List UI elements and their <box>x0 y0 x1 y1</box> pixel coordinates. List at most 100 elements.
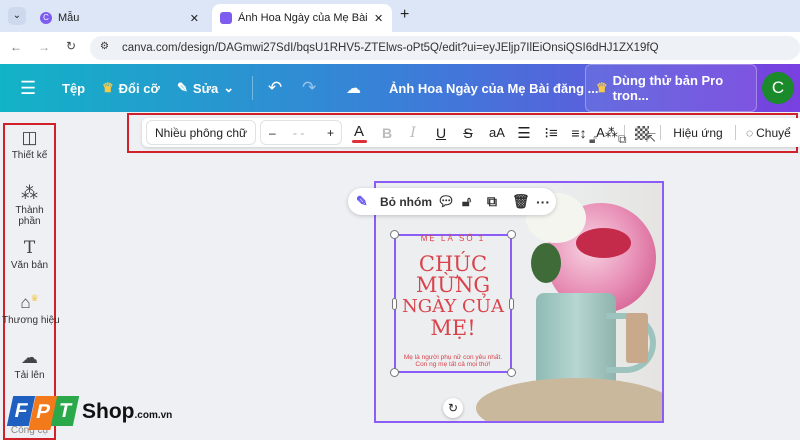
file-label: Tệp <box>62 80 86 96</box>
animate-button[interactable]: ◌ Chuyể <box>746 118 800 147</box>
back-icon[interactable]: ← <box>10 40 22 54</box>
try-pro-label: Dùng thử bản Pro tron... <box>612 73 724 103</box>
close-tab-icon[interactable]: ✕ <box>190 12 199 25</box>
crown-icon: ♛ <box>30 293 39 303</box>
resize-button[interactable]: ♛ Đổi cỡ <box>102 64 160 112</box>
canva-favicon-icon: C <box>40 12 52 24</box>
decrease-size-button[interactable]: – <box>269 126 276 140</box>
menu-icon[interactable]: ☰ <box>20 64 36 112</box>
edit-menu[interactable]: ✎ Sửa ⌄ <box>177 64 234 112</box>
comment-icon[interactable]: 💬︎ <box>437 188 455 215</box>
tab-label: Mẫu <box>58 12 80 24</box>
crown-icon: ♛ <box>596 80 608 95</box>
undo-icon[interactable]: ↶ <box>268 64 282 112</box>
color-swatch <box>351 139 367 143</box>
headline-line: MẸ! <box>430 316 476 340</box>
sidebar-item-brand[interactable]: ⌂♛ Thương hiệu <box>2 293 60 326</box>
animate-label: Chuyể <box>756 125 791 140</box>
sidebar-item-label: Thành phần <box>15 205 44 227</box>
underline-icon: U <box>435 124 447 141</box>
resize-handle[interactable] <box>507 368 516 377</box>
divider <box>735 125 736 140</box>
headline-line: CHÚC <box>418 252 488 276</box>
more-icon[interactable]: ··· <box>536 188 550 215</box>
lock-icon[interactable]: 🔓︎ <box>589 132 597 147</box>
reload-icon[interactable]: ↻ <box>66 39 76 53</box>
cloud-saved-icon[interactable]: ☁ <box>346 64 361 112</box>
resize-handle[interactable] <box>507 230 516 239</box>
text-style-icon[interactable]: A⁂ <box>596 118 618 147</box>
domain-text: .com.vn <box>134 410 173 421</box>
shop-text: Shop <box>82 400 135 423</box>
add-page-icon[interactable]: ⇱ <box>646 131 656 145</box>
canva-header: ☰ Tệp ♛ Đổi cỡ ✎ Sửa ⌄ ↶ ↷ ☁ Ảnh Hoa Ngày c… <box>0 64 800 112</box>
tab-mau[interactable]: C Mẫu ✕ <box>32 4 207 32</box>
body-text[interactable]: Mẹ là người phụ nữ con yêu nhất. Con ng … <box>396 354 510 368</box>
sidebar-item-uploads[interactable]: ☁ Tải lên <box>5 348 54 381</box>
side-handle[interactable] <box>509 298 514 310</box>
address-bar: ← → ↻ ⚙ canva.com/design/DAGmwi27SdI/bqs… <box>0 32 800 64</box>
sidebar-item-design[interactable]: ◫ Thiết kế <box>5 128 54 161</box>
font-size-stepper: – - - + <box>260 120 342 145</box>
line-spacing-icon[interactable]: ≡↕ <box>568 118 590 147</box>
font-family-select[interactable]: Nhiều phông chữ <box>146 120 256 145</box>
burlap-cloth <box>476 378 662 421</box>
ungroup-button[interactable]: Bỏ nhóm <box>380 188 432 215</box>
sidebar-item-elements[interactable]: ⁂ Thành phần <box>5 183 54 227</box>
headline[interactable]: CHÚC MỪNG NGÀY CỦA MẸ! <box>396 252 510 340</box>
text-color-icon: A <box>353 122 364 140</box>
effects-button[interactable]: Hiệu ứng <box>668 118 728 147</box>
tab-list-button[interactable]: ⌄ <box>8 7 26 25</box>
duplicate-icon[interactable]: ⧉ <box>487 188 497 215</box>
font-size-input[interactable]: - - <box>293 126 304 140</box>
redo-icon[interactable]: ↷ <box>302 64 316 112</box>
logo-letter-t: T <box>50 396 80 426</box>
tab-design[interactable]: Ảnh Hoa Ngày của Mẹ Bài đăng ✕ <box>212 4 392 32</box>
bold-button[interactable]: B <box>378 118 396 147</box>
design-title[interactable]: Ảnh Hoa Ngày của Mẹ Bài đăng ... <box>389 64 598 112</box>
body-line: Con ng mẹ tất cả mọi thứ! <box>415 361 491 368</box>
sidebar-item-label: Thương hiệu <box>2 315 60 326</box>
crown-icon: ♛ <box>102 80 114 95</box>
brand-icon: ⌂♛ <box>20 293 39 312</box>
layout-icon: ◫ <box>21 128 38 147</box>
try-pro-button[interactable]: ♛ Dùng thử bản Pro tron... <box>585 64 757 112</box>
lock-icon[interactable]: 🔓︎ <box>462 188 471 215</box>
bullet-list-icon[interactable]: ⁝≡ <box>541 118 561 147</box>
strikethrough-button[interactable]: S <box>459 118 477 147</box>
close-tab-icon[interactable]: ✕ <box>374 12 383 25</box>
selected-text-group[interactable]: MẸ LÀ SỐ 1 CHÚC MỪNG NGÀY CỦA MẸ! Mẹ là … <box>390 230 516 377</box>
new-tab-button[interactable]: + <box>400 6 409 24</box>
italic-button[interactable]: I <box>404 118 422 147</box>
align-center-icon[interactable]: ☰ <box>514 118 534 147</box>
side-handle[interactable] <box>392 298 397 310</box>
site-settings-icon[interactable]: ⚙ <box>100 41 109 52</box>
eyebrow-text[interactable]: MẸ LÀ SỐ 1 <box>396 234 510 243</box>
letter-case-icon: aA <box>489 125 505 140</box>
resize-handle[interactable] <box>390 368 399 377</box>
magic-edit-icon[interactable]: ✎ <box>356 188 368 215</box>
underline-button[interactable]: U <box>432 118 450 147</box>
url-input[interactable]: ⚙ canva.com/design/DAGmwi27SdI/bqsU1RHV5… <box>90 36 800 60</box>
edit-label: Sửa <box>192 80 219 96</box>
italic-icon: I <box>410 124 416 141</box>
letter-case-button[interactable]: aA <box>485 118 509 147</box>
shapes-icon: ⁂ <box>21 183 38 202</box>
increase-size-button[interactable]: + <box>327 126 334 140</box>
delete-icon[interactable]: 🗑︎ <box>512 188 530 215</box>
ungroup-label: Bỏ nhóm <box>380 194 432 209</box>
gift-tag <box>626 313 648 363</box>
divider <box>252 76 253 100</box>
sidebar-item-text[interactable]: T Văn bản <box>5 238 54 271</box>
resize-handle[interactable] <box>390 230 399 239</box>
file-menu[interactable]: Tệp <box>62 64 85 112</box>
animate-icon: ◌ <box>746 125 754 140</box>
duplicate-page-icon[interactable]: ⧉ <box>618 132 627 147</box>
leaves-image <box>531 243 561 283</box>
text-color-button[interactable]: A <box>348 118 370 147</box>
cloud-upload-icon: ☁ <box>21 348 38 367</box>
rotate-icon[interactable]: ↻ <box>443 398 463 418</box>
avatar[interactable]: C <box>762 72 794 104</box>
forward-icon[interactable]: → <box>38 40 50 54</box>
browser-tab-bar: ⌄ C Mẫu ✕ Ảnh Hoa Ngày của Mẹ Bài đăng ✕… <box>0 0 800 32</box>
